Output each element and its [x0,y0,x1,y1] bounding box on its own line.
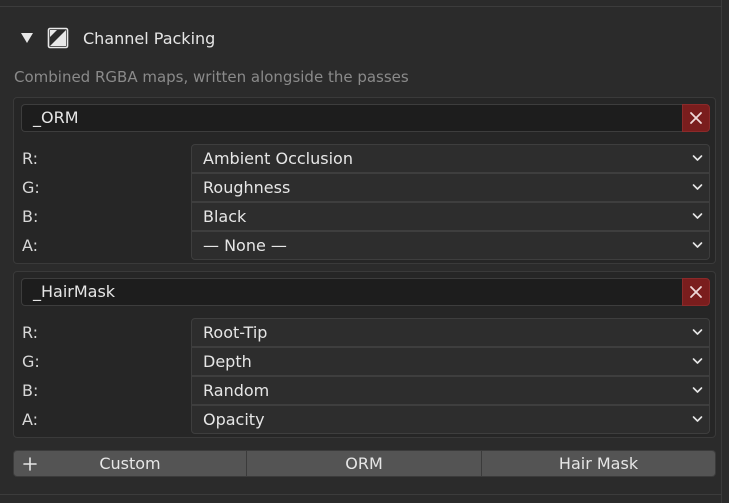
chevron-down-icon [692,387,703,393]
image-split-icon [47,27,69,49]
chevron-down-icon [692,242,703,248]
channel-dropdown-a[interactable]: — None — [191,231,710,260]
channel-label: R: [22,323,39,342]
channel-dropdown-r[interactable]: Root-Tip [191,318,710,347]
channel-dropdown-g[interactable]: Depth [191,347,710,376]
channel-packing-header[interactable]: Channel Packing [18,24,215,52]
channel-label: A: [22,236,39,255]
add-orm-button[interactable]: ORM [247,450,482,477]
remove-map-button[interactable] [682,104,710,132]
channel-dropdown-b[interactable]: Black [191,202,710,231]
triangle-down-icon[interactable] [21,33,33,43]
channel-row-r: R: Ambient Occlusion [14,144,715,173]
dropdown-value: Root-Tip [203,323,268,342]
button-label: Hair Mask [558,454,639,473]
channel-row-b: B: Black [14,202,715,231]
channel-row-b: B: Random [14,376,715,405]
channel-label: B: [22,381,39,400]
plus-icon [23,457,37,471]
section-title: Channel Packing [83,28,216,48]
channel-label: G: [22,178,40,197]
channel-row-a: A: Opacity [14,405,715,434]
dropdown-value: — None — [203,236,287,255]
chevron-down-icon [692,155,703,161]
dropdown-value: Ambient Occlusion [203,149,353,168]
channel-label: B: [22,207,39,226]
channel-label: A: [22,410,39,429]
channel-label: G: [22,352,40,371]
add-custom-button[interactable]: Custom [13,450,247,477]
channel-row-g: G: Roughness [14,173,715,202]
button-label: ORM [345,454,383,473]
bottom-divider [0,494,722,495]
dropdown-value: Black [203,207,247,226]
chevron-down-icon [692,329,703,335]
add-hair-mask-button[interactable]: Hair Mask [482,450,716,477]
channel-label: R: [22,149,39,168]
channel-row-a: A: — None — [14,231,715,260]
dropdown-value: Opacity [203,410,265,429]
properties-panel: Channel Packing Combined RGBA maps, writ… [0,0,729,503]
channel-row-r: R: Root-Tip [14,318,715,347]
dropdown-value: Random [203,381,270,400]
packed-map-orm: _ORM R: Ambient Occlusion G: Roughness B… [13,97,716,264]
map-suffix-field[interactable]: _HairMask [21,278,682,306]
channel-row-g: G: Depth [14,347,715,376]
button-label: Custom [99,454,161,473]
dropdown-value: Depth [203,352,252,371]
close-icon [690,286,702,298]
chevron-down-icon [692,416,703,422]
map-name-row: _HairMask [21,278,710,306]
remove-map-button[interactable] [682,278,710,306]
chevron-down-icon [692,184,703,190]
dropdown-value: Roughness [203,178,291,197]
channel-dropdown-a[interactable]: Opacity [191,405,710,434]
section-description: Combined RGBA maps, written alongside th… [14,68,409,86]
map-suffix-field[interactable]: _ORM [21,104,682,132]
chevron-down-icon [692,213,703,219]
chevron-down-icon [692,358,703,364]
packed-map-hairmask: _HairMask R: Root-Tip G: Depth B: Random… [13,271,716,438]
map-name-row: _ORM [21,104,710,132]
channel-dropdown-r[interactable]: Ambient Occlusion [191,144,710,173]
preset-button-group: Custom ORM Hair Mask [13,450,716,477]
channel-dropdown-b[interactable]: Random [191,376,710,405]
top-divider [0,6,722,7]
close-icon [690,112,702,124]
channel-dropdown-g[interactable]: Roughness [191,173,710,202]
